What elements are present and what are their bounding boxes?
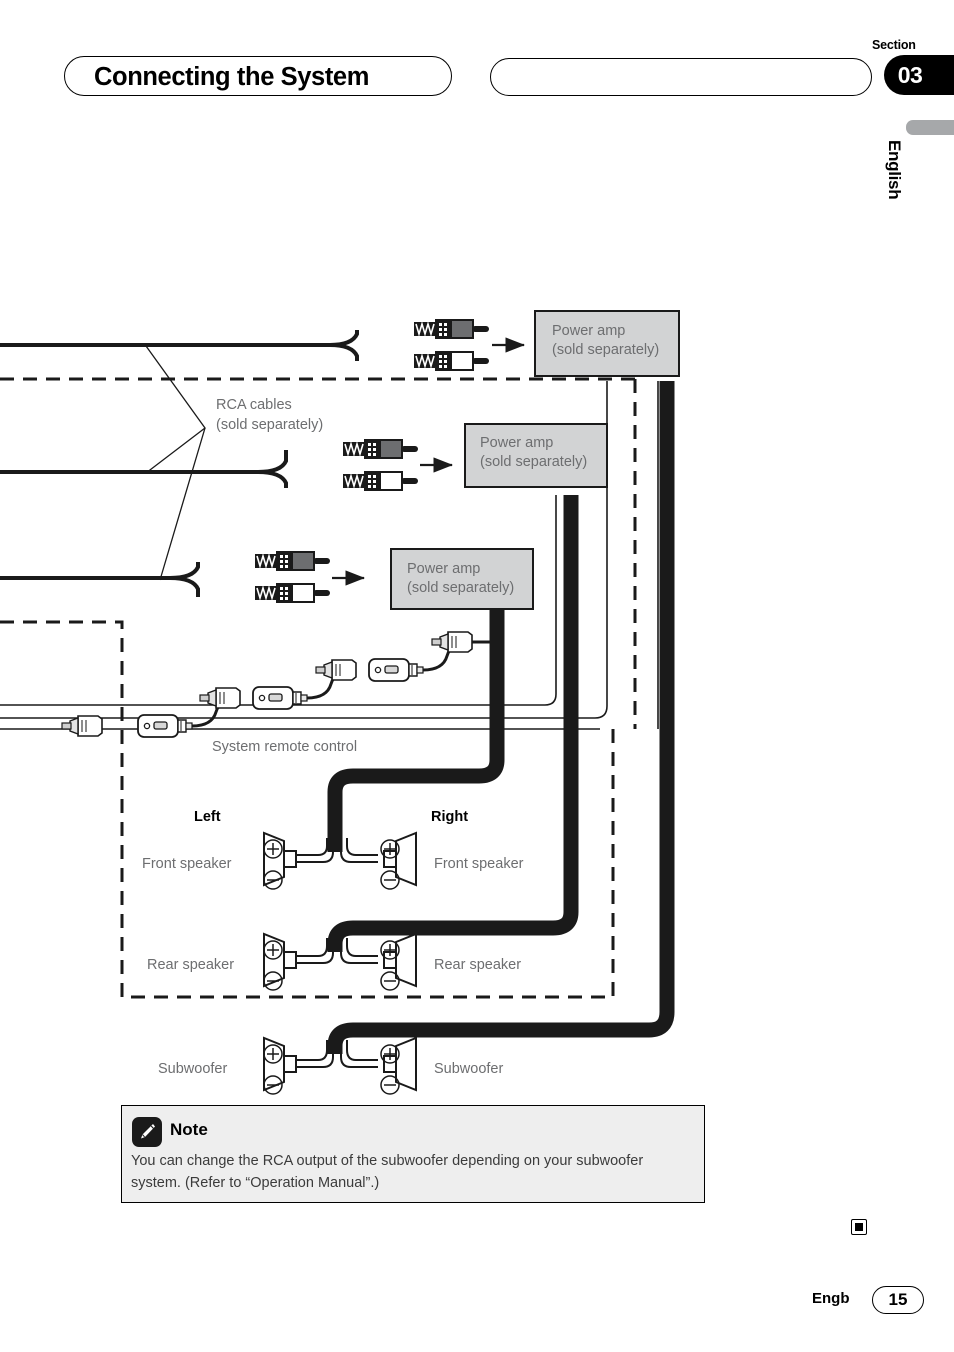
channel-label-right: Right	[431, 809, 469, 825]
footer-language-code: Engb	[812, 1290, 850, 1307]
speaker-label-front-left: Front speaker	[142, 856, 232, 872]
power-amp-label-1-line2: (sold separately)	[552, 342, 660, 358]
pencil-icon	[132, 1117, 162, 1147]
page-title: Connecting the System	[94, 63, 369, 91]
rear-speaker-wires	[296, 938, 378, 964]
terminal-markers	[263, 839, 400, 1095]
language-tab-label: English	[885, 140, 904, 200]
note-title: Note	[170, 1120, 208, 1139]
page-number: 15	[888, 1290, 908, 1309]
power-amp-label-3-line1: Power amp	[407, 561, 481, 577]
rca-plug-pair-front	[413, 318, 490, 372]
remote-connector-2	[199, 687, 241, 709]
rca-cables-label-line2: (sold separately)	[216, 417, 324, 433]
speaker-front-left	[263, 832, 297, 886]
speaker-rear-right	[383, 933, 417, 987]
remote-connector-6	[431, 631, 473, 653]
language-tab-bar	[906, 120, 954, 135]
remote-connector-3	[252, 686, 308, 710]
section-label: Section	[872, 38, 916, 52]
channel-label-left: Left	[194, 809, 221, 825]
note-body: You can change the RCA output of the sub…	[131, 1153, 644, 1191]
remote-connector-0	[61, 715, 103, 737]
speaker-label-rear-right: Rear speaker	[434, 957, 522, 973]
manual-page: Connecting the System Section 03 English	[0, 0, 954, 1352]
rca-cables-label-line1: RCA cables	[216, 397, 292, 413]
remote-connector-1	[137, 714, 193, 738]
speaker-front-right	[383, 832, 417, 886]
speaker-label-subwoofer-left: Subwoofer	[158, 1061, 228, 1077]
power-amp-label-3-line2: (sold separately)	[407, 580, 515, 596]
speaker-rear-left	[263, 933, 297, 987]
speaker-subwoofer-left	[263, 1037, 297, 1091]
rca-plug-pair-subwoofer	[254, 550, 331, 604]
subwoofer-wires	[296, 1040, 378, 1068]
header-right-pill	[490, 58, 872, 96]
rca-label-leaders	[145, 345, 206, 581]
speaker-label-front-right: Front speaker	[434, 856, 524, 872]
power-amp-label-2-line1: Power amp	[480, 435, 554, 451]
remote-connector-5	[368, 658, 424, 682]
front-speaker-wires	[296, 838, 378, 863]
remote-connector-4	[315, 659, 357, 681]
system-remote-control-label: System remote control	[212, 739, 358, 755]
speaker-subwoofer-right	[383, 1037, 417, 1091]
section-number: 03	[897, 62, 923, 88]
power-amp-label-2-line2: (sold separately)	[480, 454, 588, 470]
power-amp-label-1-line1: Power amp	[552, 323, 626, 339]
rca-plug-pair-rear	[342, 438, 419, 492]
speaker-label-rear-left: Rear speaker	[147, 957, 235, 973]
end-of-section-marker-inner	[855, 1223, 863, 1231]
speaker-label-subwoofer-right: Subwoofer	[434, 1061, 504, 1077]
